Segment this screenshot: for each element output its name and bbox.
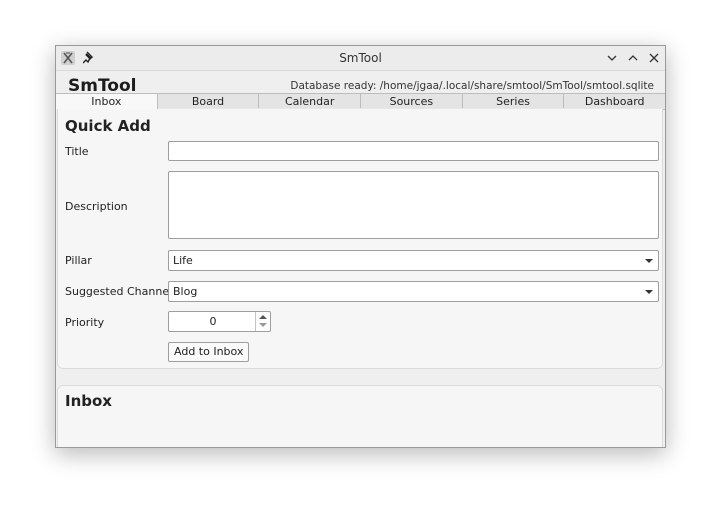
spin-up-icon[interactable] xyxy=(259,315,267,319)
tab-dashboard[interactable]: Dashboard xyxy=(564,93,665,108)
tab-board[interactable]: Board xyxy=(157,93,260,108)
priority-value: 0 xyxy=(209,315,217,328)
quick-add-panel: Quick Add Title Description Pillar Life … xyxy=(57,109,663,369)
pillar-select[interactable]: Life xyxy=(168,250,659,271)
quick-add-title: Quick Add xyxy=(65,117,151,135)
pillar-label: Pillar xyxy=(65,254,92,267)
suggested-channel-label: Suggested Channel xyxy=(65,285,173,298)
dropdown-arrow-icon xyxy=(645,259,653,263)
chevron-up-icon[interactable] xyxy=(627,52,639,64)
tab-inbox[interactable]: Inbox xyxy=(56,93,158,110)
title-label: Title xyxy=(65,145,89,158)
spin-buttons xyxy=(255,312,270,331)
tab-calendar[interactable]: Calendar xyxy=(259,93,362,108)
inbox-title: Inbox xyxy=(65,392,112,410)
suggested-channel-select[interactable]: Blog xyxy=(168,281,659,302)
priority-label: Priority xyxy=(65,316,105,329)
inbox-panel: Inbox xyxy=(57,385,663,447)
database-status: Database ready: /home/jgaa/.local/share/… xyxy=(290,80,654,92)
tab-series[interactable]: Series xyxy=(462,93,565,108)
main-window: SmTool SmTool Database ready: /home/jgaa… xyxy=(55,45,666,448)
spin-down-icon[interactable] xyxy=(259,323,267,327)
title-bar[interactable]: SmTool xyxy=(56,46,665,71)
dropdown-arrow-icon xyxy=(645,290,653,294)
window-title: SmTool xyxy=(339,51,382,65)
priority-spinbox[interactable]: 0 xyxy=(168,311,271,332)
add-to-inbox-button[interactable]: Add to Inbox xyxy=(168,342,250,362)
title-input[interactable] xyxy=(168,141,659,161)
tab-bar: Inbox Board Calendar Sources Series Dash… xyxy=(56,93,665,110)
chevron-down-icon[interactable] xyxy=(606,52,618,64)
pillar-select-value: Life xyxy=(173,254,193,267)
description-textarea[interactable] xyxy=(168,171,659,239)
description-label: Description xyxy=(65,200,128,213)
suggested-channel-value: Blog xyxy=(173,285,198,298)
close-icon[interactable] xyxy=(648,52,660,64)
tab-sources[interactable]: Sources xyxy=(361,93,463,108)
